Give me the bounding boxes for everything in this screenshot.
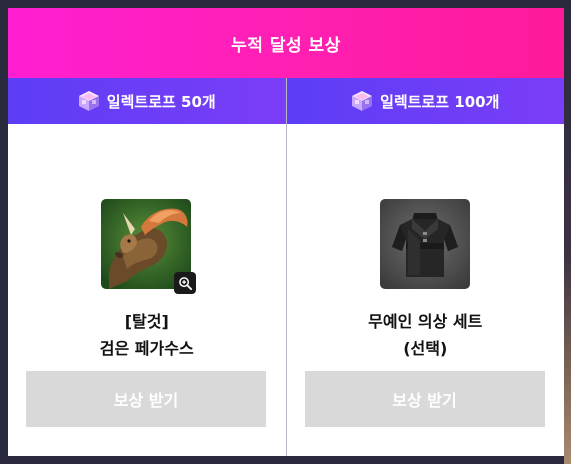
reward-name-line2: 검은 페가수스 xyxy=(99,339,194,358)
reward-name-line1: 무예인 의상 세트 xyxy=(368,312,483,331)
reward-card-100: 일렉트로프 100개 무예인 의상 세트 (선택) 보상 받기 xyxy=(285,78,565,456)
costume-outfit-icon[interactable] xyxy=(379,199,470,289)
zoom-in-icon[interactable] xyxy=(174,272,196,294)
claim-reward-button[interactable]: 보상 받기 xyxy=(26,371,266,427)
cube-icon xyxy=(78,91,99,111)
reward-columns: 일렉트로프 50개 [탈것] 검은 페가수스 보상 받기 일렉트로프 100개 … xyxy=(8,78,564,456)
panel-title: 누적 달성 보상 xyxy=(8,8,564,78)
reward-panel: 누적 달성 보상 일렉트로프 50개 [탈것] 검은 페가수스 보상 받기 일렉… xyxy=(8,8,564,456)
reward-name-line1: [탈것] xyxy=(124,312,169,331)
requirement-label: 일렉트로프 50개 xyxy=(106,92,216,111)
reward-name: [탈것] 검은 페가수스 xyxy=(8,308,286,362)
claim-reward-button[interactable]: 보상 받기 xyxy=(304,371,545,427)
panel-title-text: 누적 달성 보상 xyxy=(231,35,341,56)
requirement-bar: 일렉트로프 50개 xyxy=(8,78,286,124)
reward-name: 무예인 의상 세트 (선택) xyxy=(287,308,565,362)
background-edge xyxy=(564,0,571,464)
cube-icon xyxy=(352,91,373,111)
requirement-label: 일렉트로프 100개 xyxy=(380,92,500,111)
reward-card-50: 일렉트로프 50개 [탈것] 검은 페가수스 보상 받기 xyxy=(8,78,286,456)
reward-name-line2: (선택) xyxy=(403,339,448,358)
requirement-bar: 일렉트로프 100개 xyxy=(286,78,564,124)
